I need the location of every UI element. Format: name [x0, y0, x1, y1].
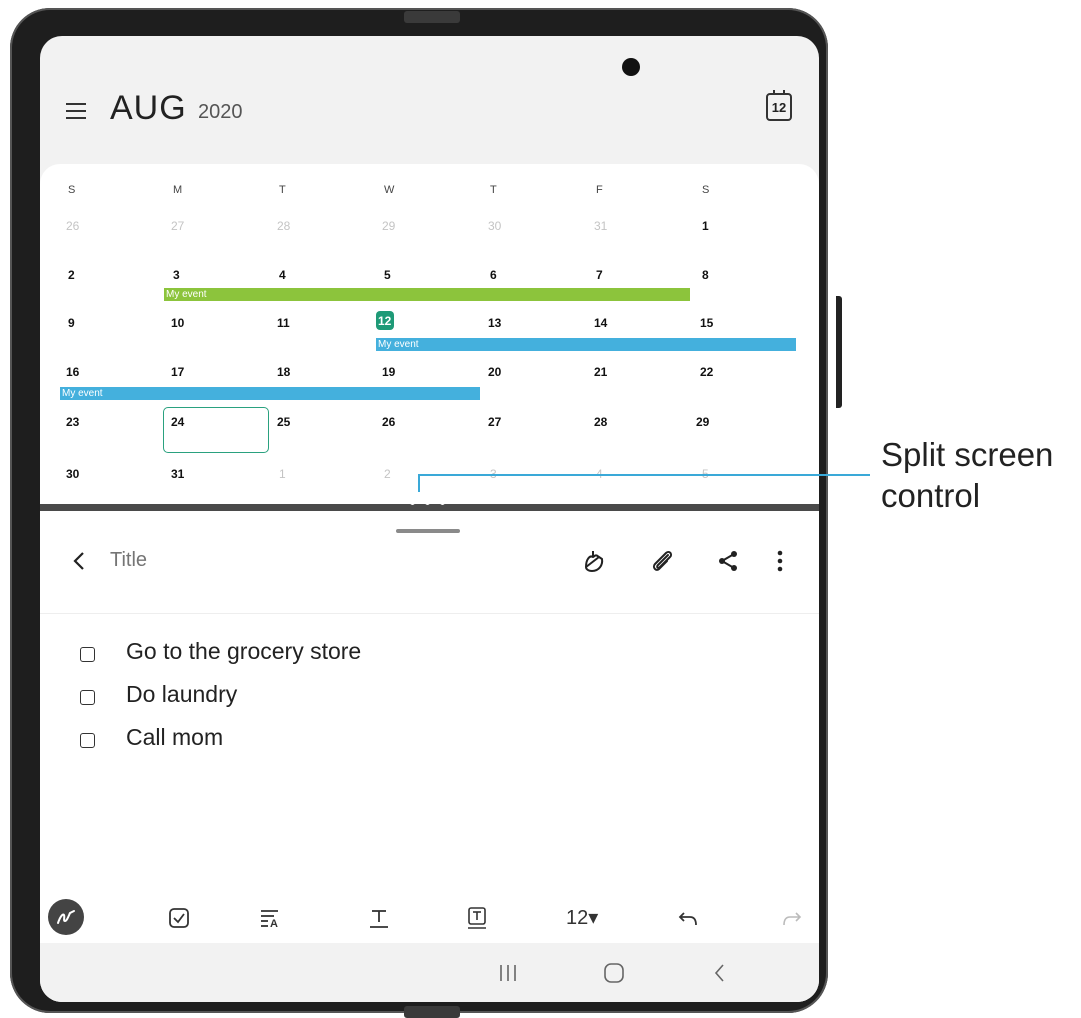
checkbox[interactable]	[80, 733, 95, 748]
month-grid: S M T W T F S 26 27 28 29 30 31 1 2 3 4 …	[40, 164, 819, 600]
day-cell[interactable]: 10	[171, 316, 184, 330]
day-cell[interactable]: 6	[490, 268, 497, 282]
month-label[interactable]: AUG	[110, 89, 187, 128]
svg-text:A: A	[270, 918, 278, 930]
checklist-item-text[interactable]: Do laundry	[126, 681, 237, 708]
day-cell[interactable]: 24	[171, 415, 184, 429]
selected-day-box	[163, 407, 269, 453]
text-style-icon[interactable]: A	[258, 905, 284, 931]
pen-mode-button[interactable]	[48, 899, 84, 935]
day-cell[interactable]: 28	[594, 415, 607, 429]
checkbox[interactable]	[80, 690, 95, 705]
handwriting-icon[interactable]	[580, 547, 608, 575]
day-cell[interactable]: 31	[171, 467, 184, 481]
day-cell[interactable]: 17	[171, 365, 184, 379]
recent-apps-icon[interactable]	[496, 961, 520, 985]
day-cell[interactable]: 2	[384, 467, 391, 481]
callout-line-2: control	[881, 477, 981, 514]
weekday-label: W	[384, 184, 395, 196]
day-cell[interactable]: 16	[66, 365, 79, 379]
day-cell[interactable]: 23	[66, 415, 79, 429]
weekday-label: F	[596, 184, 603, 196]
day-cell[interactable]: 3	[173, 268, 180, 282]
share-icon[interactable]	[714, 547, 742, 575]
redo-icon[interactable]	[778, 905, 804, 931]
hinge-bottom	[404, 1006, 460, 1018]
day-cell[interactable]: 31	[594, 219, 607, 233]
callout-line-1: Split screen	[881, 436, 1054, 473]
event-bar[interactable]: My event	[60, 387, 480, 400]
more-options-icon[interactable]	[766, 547, 794, 575]
day-cell[interactable]: 11	[277, 316, 290, 330]
day-cell[interactable]: 29	[696, 415, 709, 429]
day-cell[interactable]: 22	[700, 365, 713, 379]
notes-pane: Go to the grocery store Do laundry Call …	[40, 511, 819, 1002]
text-box-icon[interactable]	[464, 905, 490, 931]
pen-icon	[57, 910, 75, 924]
font-size-dropdown[interactable]: 12▾	[566, 905, 598, 930]
today-day-cell[interactable]: 12	[378, 314, 391, 328]
back-arrow-icon[interactable]	[68, 549, 92, 573]
day-cell[interactable]: 1	[279, 467, 286, 481]
split-screen-control-callout: Split screen control	[881, 434, 1053, 516]
nav-back-icon[interactable]	[708, 961, 732, 985]
year-label: 2020	[198, 101, 243, 123]
day-cell[interactable]: 2	[68, 268, 75, 282]
day-cell[interactable]: 4	[279, 268, 286, 282]
day-cell[interactable]: 15	[700, 316, 713, 330]
checklist-item-text[interactable]: Go to the grocery store	[126, 638, 361, 665]
callout-line	[418, 474, 870, 476]
checkbox-icon[interactable]	[166, 905, 192, 931]
underline-text-icon[interactable]	[366, 905, 392, 931]
day-cell[interactable]: 1	[702, 219, 709, 233]
weekday-label: S	[702, 184, 710, 196]
drag-handle[interactable]	[396, 529, 460, 533]
day-cell[interactable]: 28	[277, 219, 290, 233]
front-camera	[622, 58, 640, 76]
attach-icon[interactable]	[648, 547, 676, 575]
weekday-label: T	[279, 184, 286, 196]
day-cell[interactable]: 7	[596, 268, 603, 282]
event-bar[interactable]: My event	[376, 338, 796, 351]
day-cell[interactable]: 27	[488, 415, 501, 429]
day-cell[interactable]: 30	[66, 467, 79, 481]
day-cell[interactable]: 20	[488, 365, 501, 379]
day-cell[interactable]: 9	[68, 316, 75, 330]
checkbox[interactable]	[80, 647, 95, 662]
weekday-label: M	[173, 184, 183, 196]
day-cell[interactable]: 8	[702, 268, 709, 282]
weekday-label: S	[68, 184, 76, 196]
calendar-header: AUG 2020 12	[40, 81, 819, 141]
day-cell[interactable]: 14	[594, 316, 607, 330]
navigation-bar	[40, 943, 819, 1002]
day-cell[interactable]: 25	[277, 415, 290, 429]
checklist-item-text[interactable]: Call mom	[126, 724, 223, 751]
hinge-top	[404, 11, 460, 23]
today-calendar-icon[interactable]: 12	[766, 90, 792, 121]
side-button	[836, 296, 842, 408]
home-icon[interactable]	[602, 961, 626, 985]
day-cell[interactable]: 30	[488, 219, 501, 233]
day-cell[interactable]: 18	[277, 365, 290, 379]
weekday-label: T	[490, 184, 497, 196]
note-title-input[interactable]	[110, 549, 310, 572]
header-divider	[40, 613, 819, 614]
split-screen-control[interactable]	[408, 498, 450, 508]
format-toolbar: A 12▾	[40, 891, 819, 943]
callout-connector	[418, 474, 420, 492]
screen: AUG 2020 12 S M T W T F S 26 27 28 29 30…	[40, 36, 819, 1002]
day-cell[interactable]: 26	[66, 219, 79, 233]
day-cell[interactable]: 5	[384, 268, 391, 282]
day-cell[interactable]: 19	[382, 365, 395, 379]
day-cell[interactable]: 27	[171, 219, 184, 233]
phone-device-frame: AUG 2020 12 S M T W T F S 26 27 28 29 30…	[10, 8, 842, 1018]
day-cell[interactable]: 21	[594, 365, 607, 379]
undo-icon[interactable]	[676, 905, 702, 931]
event-bar[interactable]: My event	[164, 288, 690, 301]
hamburger-menu-icon[interactable]	[66, 103, 86, 119]
day-cell[interactable]: 26	[382, 415, 395, 429]
day-cell[interactable]: 29	[382, 219, 395, 233]
day-cell[interactable]: 13	[488, 316, 501, 330]
